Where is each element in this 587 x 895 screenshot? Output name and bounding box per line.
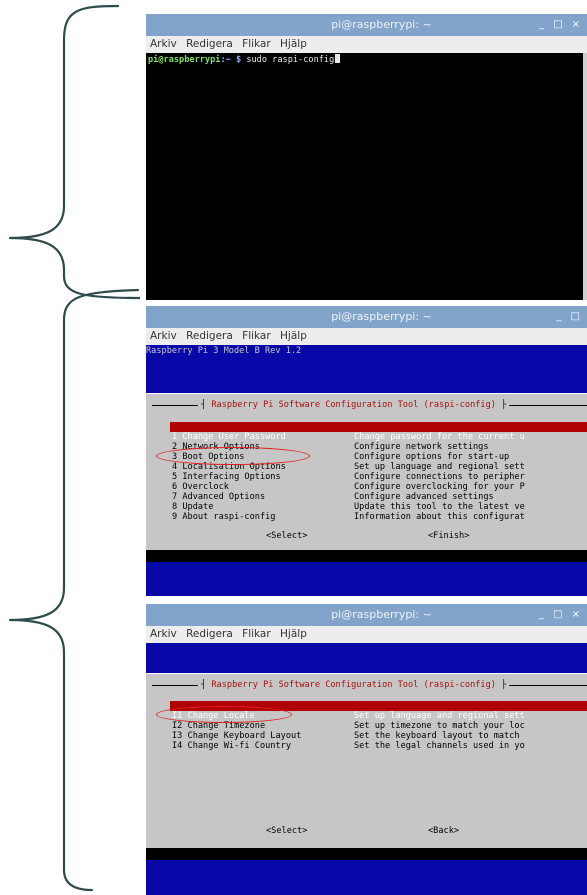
close-icon[interactable]: ×	[572, 604, 583, 626]
window-title: pi@raspberrypi: ~	[331, 608, 432, 621]
terminal-window-localisation: pi@raspberrypi: ~ _ □ × Arkiv Redigera Fli…	[146, 604, 587, 895]
dialog-title-text: Raspberry Pi Software Configuration Tool…	[211, 680, 496, 690]
terminal-background-bottom	[146, 860, 587, 895]
menu-bar: Arkiv Redigera Flikar Hjälp	[146, 36, 587, 53]
brace-bottom	[8, 288, 140, 892]
menu-item-about-raspi-config[interactable]: 9 About raspi-config Information about th…	[170, 502, 587, 522]
dialog-title-text: Raspberry Pi Software Configuration Tool…	[211, 400, 496, 410]
menu-arkiv[interactable]: Arkiv	[150, 38, 177, 50]
terminal-background-bottom	[146, 562, 587, 596]
menu-flikar[interactable]: Flikar	[242, 330, 271, 342]
menu-flikar[interactable]: Flikar	[242, 38, 271, 50]
finish-button[interactable]: <Finish>	[428, 531, 469, 541]
dialog-title: ┤ Raspberry Pi Software Configuration To…	[198, 680, 510, 690]
config-dialog: ┤ Raspberry Pi Software Configuration To…	[146, 673, 587, 848]
menu-redigera[interactable]: Redigera	[186, 38, 233, 50]
menu-redigera[interactable]: Redigera	[186, 628, 233, 640]
highlight-ring-localisation	[156, 447, 310, 465]
maximize-icon[interactable]: □	[553, 14, 565, 36]
menu-arkiv[interactable]: Arkiv	[150, 330, 177, 342]
menu-item-overclock[interactable]: 6 Overclock Configure overclocking for yo…	[170, 472, 587, 492]
terminal-window-prompt: pi@raspberrypi: ~ _ □ × Arkiv Redigera Fli…	[146, 14, 587, 300]
minimize-icon[interactable]: _	[557, 306, 565, 328]
command-text: sudo raspi-config	[241, 55, 335, 65]
highlight-ring-timezone	[156, 706, 292, 723]
menu-item-change-wifi-country[interactable]: I4 Change Wi-fi Country Set the legal cha…	[170, 731, 587, 751]
text-cursor	[335, 54, 341, 63]
maximize-icon[interactable]: □	[571, 306, 583, 328]
menu-bar: Arkiv Redigera Flikar Hjälp	[146, 626, 587, 643]
select-button[interactable]: <Select>	[266, 531, 307, 541]
dialog-shadow	[146, 848, 587, 860]
minimize-icon[interactable]: _	[539, 604, 547, 626]
back-button[interactable]: <Back>	[428, 826, 459, 836]
dialog-title: ┤ Raspberry Pi Software Configuration To…	[198, 400, 510, 410]
prompt-path: :~ $	[220, 55, 242, 65]
menu-item-change-user-password[interactable]: 1 Change User Password Change password fo…	[170, 422, 587, 442]
menu-hjalp[interactable]: Hjälp	[280, 330, 307, 342]
window-titlebar[interactable]: pi@raspberrypi: ~ _ □ ×	[146, 604, 587, 626]
dialog-shadow	[146, 550, 587, 562]
prompt-user: pi@raspberrypi	[148, 55, 221, 65]
terminal-area[interactable]: pi@raspberrypi:~ $ sudo raspi-config	[146, 53, 587, 300]
close-icon[interactable]: ×	[572, 14, 583, 36]
menu-hjalp[interactable]: Hjälp	[280, 38, 307, 50]
terminal-window-raspi-config: pi@raspberrypi: ~ _ □ Arkiv Redigera Flik…	[146, 306, 587, 596]
select-button[interactable]: <Select>	[266, 826, 307, 836]
terminal-background-top	[146, 643, 587, 673]
menu-hjalp[interactable]: Hjälp	[280, 628, 307, 640]
scrollbar[interactable]	[583, 53, 587, 300]
terminal-background-top: Raspberry Pi 3 Model B Rev 1.2	[146, 345, 587, 393]
menu-item-update[interactable]: 8 Update Update this tool to the latest v…	[170, 492, 587, 512]
menu-arkiv[interactable]: Arkiv	[150, 628, 177, 640]
window-title: pi@raspberrypi: ~	[331, 18, 432, 31]
window-titlebar[interactable]: pi@raspberrypi: ~ _ □ ×	[146, 14, 587, 36]
maximize-icon[interactable]: □	[553, 604, 565, 626]
config-dialog: ┤ Raspberry Pi Software Configuration To…	[146, 393, 587, 550]
window-titlebar[interactable]: pi@raspberrypi: ~ _ □	[146, 306, 587, 328]
minimize-icon[interactable]: _	[539, 14, 547, 36]
menu-item-network-options[interactable]: 2 Network Options Configure network setti…	[170, 432, 587, 452]
menu-item-advanced-options[interactable]: 7 Advanced Options Configure advanced set…	[170, 482, 587, 502]
window-title: pi@raspberrypi: ~	[331, 310, 432, 323]
menu-redigera[interactable]: Redigera	[186, 330, 233, 342]
menu-flikar[interactable]: Flikar	[242, 628, 271, 640]
menu-bar: Arkiv Redigera Flikar Hjälp	[146, 328, 587, 345]
device-model-header: Raspberry Pi 3 Model B Rev 1.2	[146, 346, 302, 356]
